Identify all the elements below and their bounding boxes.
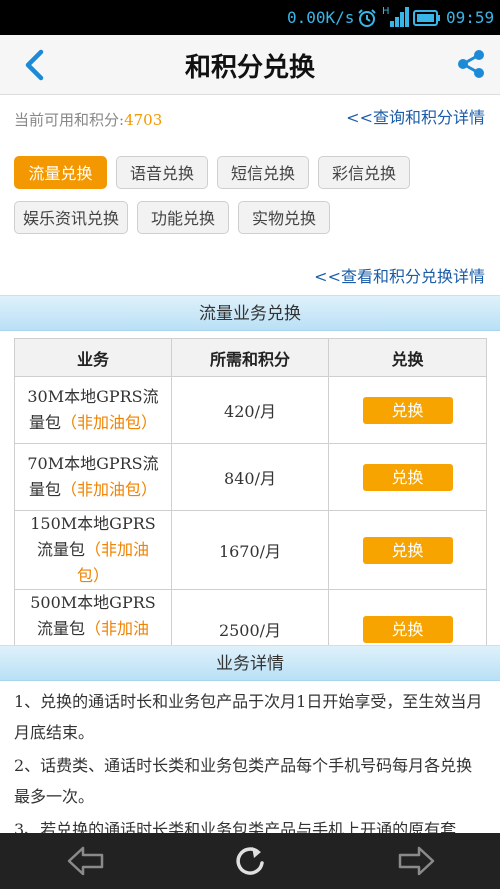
table-row: 30M本地GPRS流量包（非加油包） 420/月 兑换 bbox=[14, 376, 487, 444]
tab-goods-exchange[interactable]: 实物兑换 bbox=[238, 201, 330, 234]
refresh-icon[interactable] bbox=[230, 843, 270, 879]
section-title-traffic: 流量业务兑换 bbox=[0, 295, 500, 331]
package-name-cell: 30M本地GPRS流量包（非加油包） bbox=[14, 376, 172, 444]
tab-entertainment-exchange[interactable]: 娱乐资讯兑换 bbox=[14, 201, 128, 234]
tab-sms-exchange[interactable]: 短信兑换 bbox=[217, 156, 309, 189]
package-note: （非加油包） bbox=[76, 540, 150, 585]
details-text: 1、兑换的通话时长和业务包产品于次月1日开始享受，至生效当月月底结束。 2、话费… bbox=[14, 686, 488, 847]
signal-strength-icon: H bbox=[382, 6, 409, 27]
package-name-cell: 70M本地GPRS流量包（非加油包） bbox=[14, 443, 172, 511]
svg-text:H: H bbox=[382, 6, 390, 17]
exchange-button[interactable]: 兑换 bbox=[362, 463, 453, 491]
battery-icon bbox=[413, 10, 440, 26]
tab-function-exchange[interactable]: 功能兑换 bbox=[137, 201, 229, 234]
arrow-right-icon[interactable] bbox=[396, 843, 436, 879]
bottom-nav-bar bbox=[0, 833, 500, 889]
title-bar: 和积分兑换 bbox=[0, 35, 500, 95]
query-points-detail-link[interactable]: <<查询和积分详情 bbox=[346, 104, 485, 128]
view-exchange-detail-link[interactable]: <<查看和积分兑换详情 bbox=[314, 263, 485, 287]
detail-item: 2、话费类、通话时长类和业务包类产品每个手机号码每月各兑换最多一次。 bbox=[14, 756, 473, 806]
alarm-clock-icon bbox=[358, 9, 376, 27]
table-row: 70M本地GPRS流量包（非加油包） 840/月 兑换 bbox=[14, 443, 487, 511]
header-exchange: 兑换 bbox=[328, 338, 487, 377]
package-note: （非加油包） bbox=[61, 480, 158, 499]
header-points: 所需和积分 bbox=[171, 338, 329, 377]
tab-traffic-exchange[interactable]: 流量兑换 bbox=[14, 156, 107, 189]
package-points: 420/月 bbox=[171, 376, 329, 444]
exchange-cell: 兑换 bbox=[328, 376, 487, 444]
section-title-details: 业务详情 bbox=[0, 645, 500, 681]
tab-voice-exchange[interactable]: 语音兑换 bbox=[116, 156, 208, 189]
share-icon[interactable] bbox=[455, 48, 487, 80]
table-row: 150M本地GPRS流量包（非加油包） 1670/月 兑换 bbox=[14, 510, 487, 590]
table-header-row: 业务 所需和积分 兑换 bbox=[14, 338, 487, 377]
detail-item: 1、兑换的通话时长和业务包产品于次月1日开始享受，至生效当月月底结束。 bbox=[14, 692, 483, 742]
package-name-cell: 150M本地GPRS流量包（非加油包） bbox=[14, 510, 172, 590]
exchange-button[interactable]: 兑换 bbox=[362, 536, 453, 564]
package-points: 1670/月 bbox=[171, 510, 329, 590]
available-points: 当前可用和积分:4703 bbox=[14, 109, 162, 130]
header-service: 业务 bbox=[14, 338, 172, 377]
exchange-cell: 兑换 bbox=[328, 510, 487, 590]
exchange-button[interactable]: 兑换 bbox=[362, 615, 453, 643]
arrow-left-icon[interactable] bbox=[66, 843, 106, 879]
package-points: 840/月 bbox=[171, 443, 329, 511]
exchange-cell: 兑换 bbox=[328, 443, 487, 511]
clock-time: 09:59 bbox=[446, 8, 495, 27]
page-title: 和积分兑换 bbox=[184, 53, 315, 83]
points-label: 当前可用和积分: bbox=[14, 111, 125, 129]
exchange-button[interactable]: 兑换 bbox=[362, 396, 453, 424]
network-speed: 0.00K/s bbox=[287, 8, 355, 27]
package-table: 业务 所需和积分 兑换 30M本地GPRS流量包（非加油包） 420/月 兑换 … bbox=[14, 338, 487, 669]
status-bar: 0.00K/s H 09:59 bbox=[0, 0, 500, 35]
tab-mms-exchange[interactable]: 彩信兑换 bbox=[318, 156, 410, 189]
package-note: （非加油包） bbox=[61, 413, 158, 432]
points-value: 4703 bbox=[124, 111, 163, 129]
